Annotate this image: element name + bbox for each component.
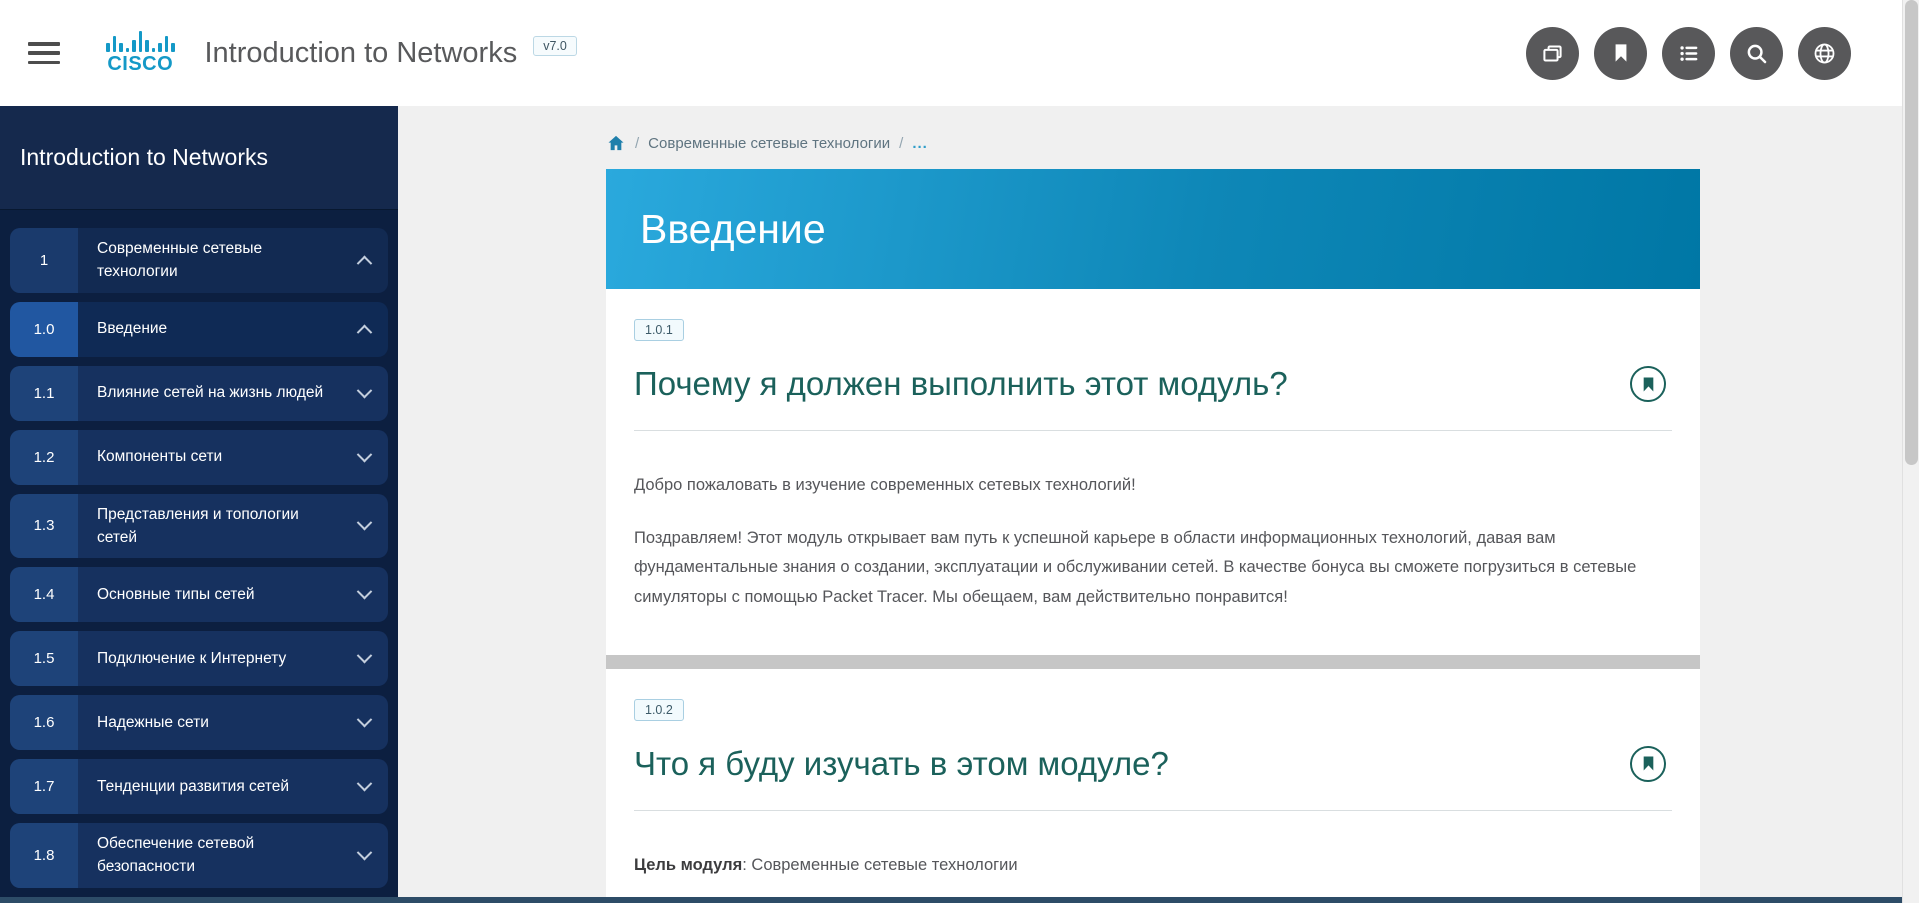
section-label: Тенденции развития сетей xyxy=(78,759,340,814)
section-label: Компоненты сети xyxy=(78,430,340,485)
section-label: Представления и топологии сетей xyxy=(78,494,340,559)
section-1.0.1: 1.0.1 Почему я должен выполнить этот мод… xyxy=(606,289,1700,633)
sidebar-item-1.3[interactable]: 1.3 Представления и топологии сетей xyxy=(10,494,388,559)
sidebar-header: Introduction to Networks xyxy=(0,106,398,210)
section-number: 1.2 xyxy=(10,430,78,485)
hamburger-menu-icon[interactable] xyxy=(28,42,60,64)
section-number: 1.3 xyxy=(10,494,78,559)
cisco-logo: CISCO xyxy=(106,30,175,76)
section-bookmark-button[interactable] xyxy=(1630,366,1666,402)
sidebar-item-1.0[interactable]: 1.0 Введение xyxy=(10,302,388,357)
sidebar-nav: 1 Современные сетевые технологии 1.0 Вве… xyxy=(0,210,398,888)
chevron-up-icon xyxy=(340,228,388,293)
footer-bar xyxy=(0,897,1919,903)
section-number: 1.0 xyxy=(10,302,78,357)
sidebar-item-1.7[interactable]: 1.7 Тенденции развития сетей xyxy=(10,759,388,814)
section-number: 1.8 xyxy=(10,823,78,888)
section-heading: Почему я должен выполнить этот модуль? xyxy=(634,365,1288,403)
section-label: Основные типы сетей xyxy=(78,567,340,622)
cisco-logo-bars-icon xyxy=(106,30,175,52)
search-icon[interactable] xyxy=(1730,27,1783,80)
section-label: Введение xyxy=(78,302,340,357)
sidebar-item-1.1[interactable]: 1.1 Влияние сетей на жизнь людей xyxy=(10,366,388,421)
paragraph: Поздравляем! Этот модуль открывает вам п… xyxy=(634,524,1672,613)
section-number: 1.4 xyxy=(10,567,78,622)
section-number: 1 xyxy=(10,228,78,293)
bookmark-icon[interactable] xyxy=(1594,27,1647,80)
course-sidebar: Introduction to Networks 1 Современные с… xyxy=(0,106,398,897)
section-label: Подключение к Интернету xyxy=(78,631,340,686)
breadcrumb-module-link[interactable]: Современные сетевые технологии xyxy=(648,135,890,152)
sidebar-item-1.2[interactable]: 1.2 Компоненты сети xyxy=(10,430,388,485)
chevron-down-icon xyxy=(340,366,388,421)
lesson-card: Введение 1.0.1 Почему я должен выполнить… xyxy=(606,169,1700,897)
course-title: Introduction to Networks xyxy=(205,37,518,70)
section-divider xyxy=(606,655,1700,669)
chevron-down-icon xyxy=(340,695,388,750)
topic-banner: Введение xyxy=(606,169,1700,289)
chevron-down-icon xyxy=(340,631,388,686)
home-icon[interactable] xyxy=(606,133,626,153)
chevron-up-icon xyxy=(340,302,388,357)
module-goal-label: Цель модуля xyxy=(634,856,742,874)
section-label: Современные сетевые технологии xyxy=(78,228,340,293)
section-bookmark-button[interactable] xyxy=(1630,746,1666,782)
content-pane: / Современные сетевые технологии / ... В… xyxy=(398,106,1919,897)
section-label: Надежные сети xyxy=(78,695,340,750)
breadcrumb-ellipsis[interactable]: ... xyxy=(912,135,928,152)
version-badge: v7.0 xyxy=(533,36,577,56)
bookmark-icon xyxy=(1642,756,1655,771)
heading-rule xyxy=(634,810,1672,811)
section-number: 1.7 xyxy=(10,759,78,814)
sidebar-item-1.5[interactable]: 1.5 Подключение к Интернету xyxy=(10,631,388,686)
section-1.0.2: 1.0.2 Что я буду изучать в этом модуле? … xyxy=(606,669,1700,897)
heading-rule xyxy=(634,430,1672,431)
bookmark-icon xyxy=(1642,377,1655,392)
section-number: 1.6 xyxy=(10,695,78,750)
section-number: 1.1 xyxy=(10,366,78,421)
module-goal: Цель модуля: Современные сетевые техноло… xyxy=(634,853,1672,879)
paragraph: Добро пожаловать в изучение современных … xyxy=(634,473,1672,499)
section-badge: 1.0.2 xyxy=(634,699,684,721)
cisco-logo-text: CISCO xyxy=(107,53,173,76)
chevron-down-icon xyxy=(340,494,388,559)
list-icon[interactable] xyxy=(1662,27,1715,80)
breadcrumb-separator: / xyxy=(635,135,639,152)
sidebar-item-1.8[interactable]: 1.8 Обеспечение сетевой безопасности xyxy=(10,823,388,888)
chevron-down-icon xyxy=(340,567,388,622)
breadcrumb: / Современные сетевые технологии / ... xyxy=(606,133,1919,153)
sidebar-course-title: Introduction to Networks xyxy=(20,144,268,171)
scrollbar[interactable] xyxy=(1902,0,1919,903)
section-label: Влияние сетей на жизнь людей xyxy=(78,366,340,421)
section-heading: Что я буду изучать в этом модуле? xyxy=(634,745,1169,783)
chevron-down-icon xyxy=(340,759,388,814)
chevron-down-icon xyxy=(340,823,388,888)
topic-banner-title: Введение xyxy=(640,206,826,253)
chevron-down-icon xyxy=(340,430,388,485)
breadcrumb-separator: / xyxy=(899,135,903,152)
globe-icon[interactable] xyxy=(1798,27,1851,80)
header-toolbar xyxy=(1526,27,1851,80)
section-number: 1.5 xyxy=(10,631,78,686)
section-badge: 1.0.1 xyxy=(634,319,684,341)
pages-icon[interactable] xyxy=(1526,27,1579,80)
sidebar-item-1.4[interactable]: 1.4 Основные типы сетей xyxy=(10,567,388,622)
sidebar-item-1.6[interactable]: 1.6 Надежные сети xyxy=(10,695,388,750)
sidebar-item-1[interactable]: 1 Современные сетевые технологии xyxy=(10,228,388,293)
section-label: Обеспечение сетевой безопасности xyxy=(78,823,340,888)
scrollbar-thumb[interactable] xyxy=(1905,0,1918,465)
module-goal-text: : Современные сетевые технологии xyxy=(742,856,1017,874)
app-header: CISCO Introduction to Networks v7.0 xyxy=(0,0,1919,106)
